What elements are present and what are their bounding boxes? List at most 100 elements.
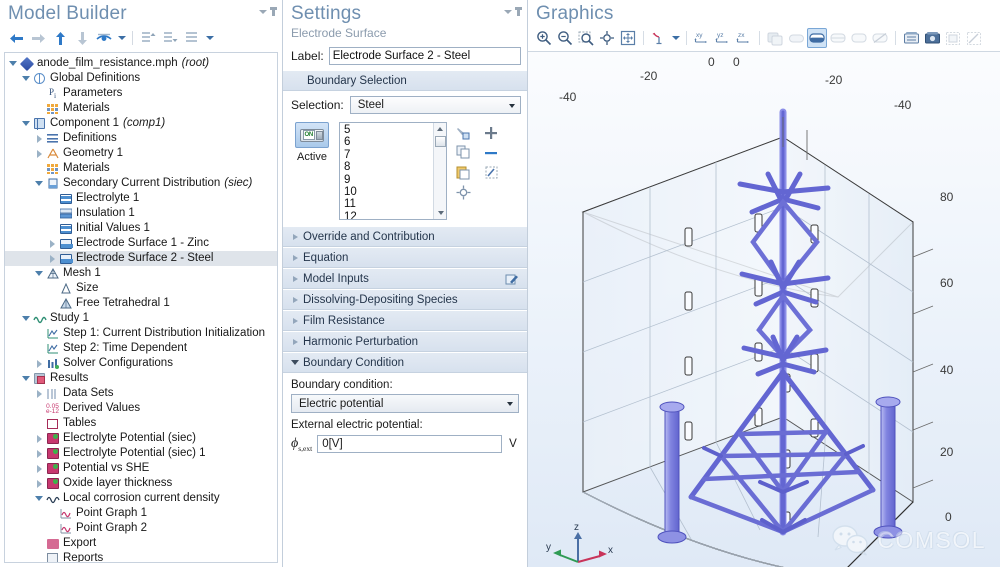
copy-selection-icon[interactable] [453, 143, 473, 162]
tree-node[interactable]: Insulation 1 [5, 206, 277, 221]
tree-twisty-icon[interactable] [20, 371, 32, 386]
select-edges-icon[interactable] [828, 28, 848, 48]
tree-twisty-icon[interactable] [46, 251, 58, 266]
tree-node[interactable]: Definitions [5, 131, 277, 146]
select-boundaries-icon[interactable] [807, 28, 827, 48]
tree-twisty-icon[interactable] [20, 116, 32, 131]
boundary-entity-item[interactable]: 11 [344, 198, 446, 210]
boundary-entity-item[interactable]: 5 [344, 124, 446, 136]
tree-node[interactable]: Electrode Surface 2 - Steel [5, 251, 277, 266]
tree-node[interactable]: Solver Configurations [5, 356, 277, 371]
tree-node[interactable]: Oxide layer thickness [5, 476, 277, 491]
tree-node[interactable]: Step 2: Time Dependent [5, 341, 277, 356]
tree-node[interactable]: Results [5, 371, 277, 386]
scroll-up-icon[interactable] [434, 123, 446, 135]
tree-node[interactable]: Electrode Surface 1 - Zinc [5, 236, 277, 251]
add-to-selection-icon[interactable] [481, 123, 501, 142]
print-icon[interactable] [964, 28, 984, 48]
view-zx-plane-icon[interactable]: zx [734, 28, 754, 48]
external-potential-input[interactable]: 0[V] [317, 435, 502, 453]
tree-node[interactable]: 0.05e-12Derived Values [5, 401, 277, 416]
tree-twisty-icon[interactable] [20, 311, 32, 326]
chevron-right-icon[interactable] [289, 297, 301, 303]
go-forward-button[interactable] [28, 28, 48, 48]
model-tree[interactable]: anode_film_resistance.mph(root)Global De… [5, 53, 277, 563]
label-input[interactable]: Electrode Surface 2 - Steel [329, 47, 521, 65]
tree-node[interactable]: Global Definitions [5, 71, 277, 86]
zoom-box-icon[interactable] [576, 28, 596, 48]
zoom-to-selection-icon[interactable] [597, 28, 617, 48]
tree-node[interactable]: Geometry 1 [5, 146, 277, 161]
tree-node[interactable]: anode_film_resistance.mph(root) [5, 56, 277, 71]
tree-node[interactable]: Electrolyte 1 [5, 191, 277, 206]
model-tree-container[interactable]: anode_film_resistance.mph(root)Global De… [4, 52, 278, 563]
zoom-in-icon[interactable] [534, 28, 554, 48]
clear-selection-icon[interactable] [481, 163, 501, 182]
tree-twisty-icon[interactable] [46, 236, 58, 251]
zoom-to-selection-icon[interactable] [453, 183, 473, 202]
expand-all-button[interactable] [138, 28, 158, 48]
boundary-entity-item[interactable]: 8 [344, 161, 446, 173]
view-yz-plane-icon[interactable]: yz [713, 28, 733, 48]
tree-twisty-icon[interactable] [33, 266, 45, 281]
boundary-entity-item[interactable]: 12 [344, 211, 446, 220]
pin-icon[interactable] [272, 7, 275, 16]
chevron-down-icon[interactable] [289, 360, 301, 365]
tree-node[interactable]: Materials [5, 161, 277, 176]
clear-selection-icon[interactable] [870, 28, 890, 48]
tree-twisty-icon[interactable] [33, 386, 45, 401]
tree-node[interactable]: Data Sets [5, 386, 277, 401]
boundary-entity-item[interactable]: 9 [344, 174, 446, 186]
model-3d-view[interactable]: -40 -20 0 0 -20 -40 80 60 40 20 0 z [528, 52, 998, 567]
show-dropdown-icon[interactable] [116, 28, 127, 48]
select-box-icon[interactable] [786, 28, 806, 48]
boundary-selection-section-header[interactable]: Boundary Selection [283, 70, 527, 91]
tree-node[interactable]: Electrolyte Potential (siec) 1 [5, 446, 277, 461]
tree-node[interactable]: Local corrosion current density [5, 491, 277, 506]
tree-twisty-icon[interactable] [33, 131, 45, 146]
select-points-icon[interactable] [849, 28, 869, 48]
go-back-button[interactable] [6, 28, 26, 48]
paste-selection-icon[interactable] [453, 163, 473, 182]
collapse-all-button[interactable] [160, 28, 180, 48]
go-to-view-dropdown-icon[interactable] [670, 28, 681, 48]
chevron-right-icon[interactable] [289, 318, 301, 324]
tree-twisty-icon[interactable] [33, 146, 45, 161]
tree-node[interactable]: Reports [5, 551, 277, 563]
settings-section-header[interactable]: Boundary Condition [283, 352, 527, 373]
tree-twisty-icon[interactable] [7, 56, 19, 71]
chevron-right-icon[interactable] [289, 255, 301, 261]
show-button[interactable] [94, 28, 114, 48]
tree-node[interactable]: Potential vs SHE [5, 461, 277, 476]
tree-twisty-icon[interactable] [33, 476, 45, 491]
active-toggle-button[interactable]: ON [295, 122, 329, 148]
go-to-view-icon[interactable] [649, 28, 669, 48]
move-up-button[interactable] [50, 28, 70, 48]
listbox-scrollbar[interactable] [433, 123, 446, 219]
selection-dropdown[interactable]: Steel [350, 96, 521, 114]
boundary-entity-item[interactable]: 10 [344, 186, 446, 198]
tree-twisty-icon[interactable] [33, 491, 45, 506]
tree-twisty-icon[interactable] [33, 461, 45, 476]
tree-node[interactable]: Point Graph 2 [5, 521, 277, 536]
tree-twisty-icon[interactable] [33, 176, 45, 191]
tree-node[interactable]: Point Graph 1 [5, 506, 277, 521]
tree-node[interactable]: Study 1 [5, 311, 277, 326]
zoom-out-icon[interactable] [555, 28, 575, 48]
select-all-icon[interactable] [765, 28, 785, 48]
remove-from-selection-icon[interactable] [481, 143, 501, 162]
settings-section-header[interactable]: Harmonic Perturbation [283, 331, 527, 352]
tree-node[interactable]: Step 1: Current Distribution Initializat… [5, 326, 277, 341]
zoom-extents-icon[interactable] [618, 28, 638, 48]
tree-twisty-icon[interactable] [20, 71, 32, 86]
tree-twisty-icon[interactable] [33, 431, 45, 446]
scene-light-icon[interactable] [901, 28, 921, 48]
image-snapshot-icon[interactable] [922, 28, 942, 48]
tree-node[interactable]: PiParameters [5, 86, 277, 101]
settings-pin-icon[interactable] [517, 7, 520, 16]
panel-menu-chevron-icon[interactable] [259, 10, 267, 14]
copy-image-icon[interactable] [943, 28, 963, 48]
tree-node[interactable]: Materials [5, 101, 277, 116]
view-xy-plane-icon[interactable]: xy [692, 28, 712, 48]
tree-node[interactable]: Initial Values 1 [5, 221, 277, 236]
